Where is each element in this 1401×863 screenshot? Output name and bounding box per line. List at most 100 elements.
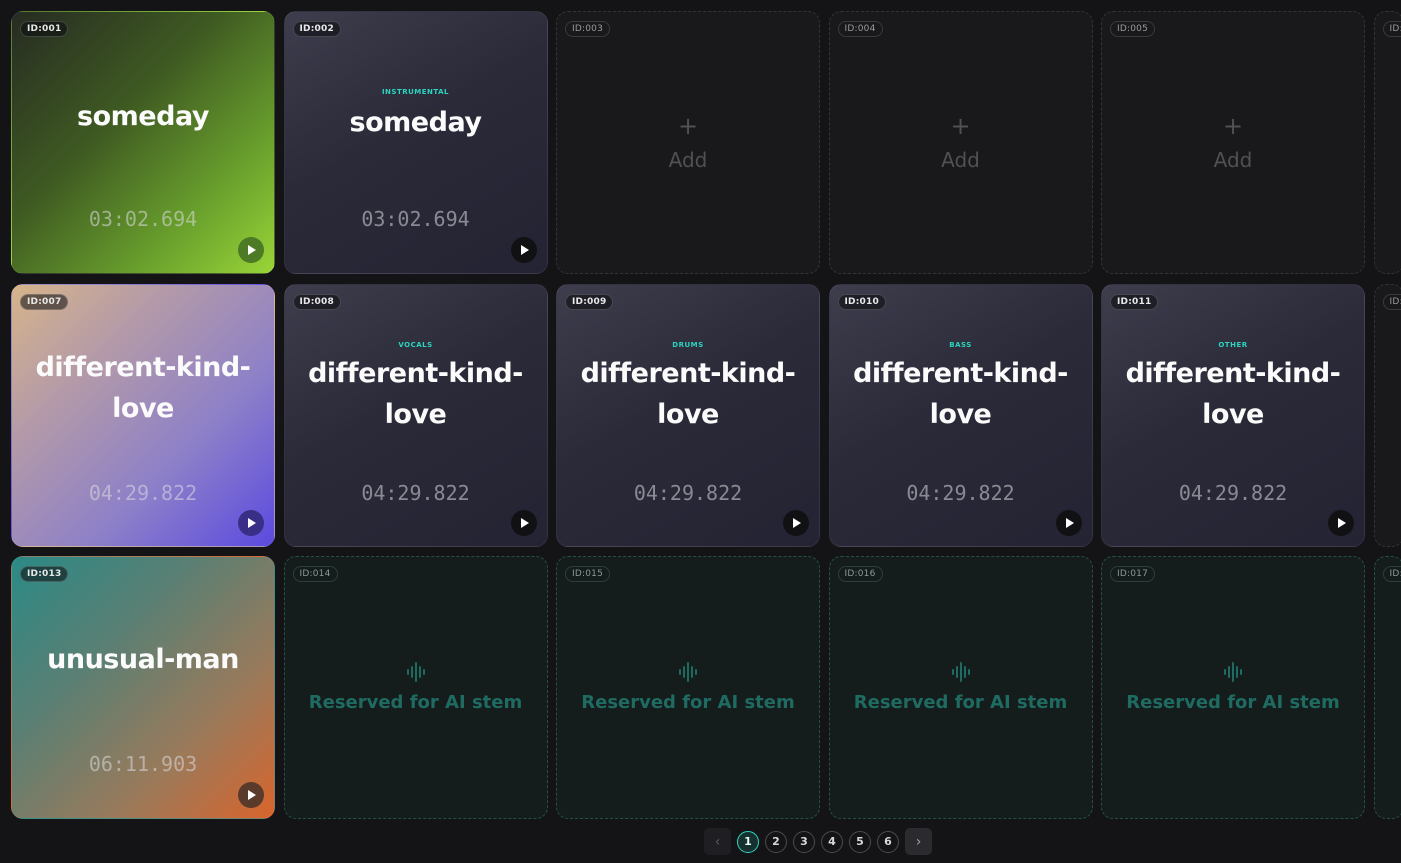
pagination: ‹ 1 2 3 4 5 6 › bbox=[704, 828, 932, 855]
pad-title-line: different-kind- bbox=[308, 357, 523, 389]
waveform-icon bbox=[1224, 662, 1242, 682]
page-button-4[interactable]: 4 bbox=[821, 830, 843, 853]
pad-id-badge: ID:005 bbox=[1110, 21, 1155, 37]
play-icon bbox=[248, 517, 256, 528]
stem-type-label: INSTRUMENTAL bbox=[381, 88, 450, 96]
page-button-5[interactable]: 5 bbox=[849, 830, 871, 853]
plus-icon: + bbox=[677, 112, 699, 140]
waveform-icon bbox=[679, 662, 697, 682]
play-button[interactable] bbox=[238, 237, 264, 263]
pad-title: different-kind- love bbox=[22, 347, 264, 429]
page-button-1[interactable]: 1 bbox=[737, 830, 759, 853]
pad-tile-partial[interactable]: ID: bbox=[1373, 11, 1401, 274]
pad-tile[interactable]: ID:013 unusual-man 06:11.903 bbox=[11, 556, 275, 819]
play-button[interactable] bbox=[510, 509, 537, 536]
next-page-button[interactable]: › bbox=[905, 828, 932, 855]
pad-title: different-kind- love bbox=[840, 353, 1082, 435]
stem-type-label: DRUMS bbox=[672, 340, 704, 349]
pad-title: different-kind- love bbox=[567, 353, 809, 435]
stem-type-label: VOCALS bbox=[398, 340, 433, 349]
pad-id-badge: ID:004 bbox=[837, 21, 883, 37]
play-icon bbox=[248, 790, 256, 800]
play-button[interactable] bbox=[510, 237, 537, 263]
pad-tile-partial[interactable]: ID: bbox=[1373, 283, 1401, 547]
reserved-label: Reserved for AI stem bbox=[1126, 692, 1340, 713]
pad-tile[interactable]: ID:007 different-kind- love 04:29.822 bbox=[11, 283, 275, 547]
pad-title-line: love bbox=[1202, 398, 1264, 430]
pad-title: someday bbox=[77, 101, 209, 132]
pad-id-badge: ID:017 bbox=[1110, 566, 1155, 582]
pad-duration: 04:29.822 bbox=[1178, 480, 1288, 505]
play-icon bbox=[1338, 517, 1346, 528]
pad-grid: ID:001 someday 03:02.694 ID:002 INSTRUME… bbox=[11, 11, 1401, 819]
pad-title-line: love bbox=[929, 398, 992, 430]
waveform-icon bbox=[951, 662, 970, 682]
reserved-label: Reserved for AI stem bbox=[853, 692, 1068, 713]
play-button[interactable] bbox=[1055, 509, 1082, 536]
pad-tile-empty[interactable]: ID:005 + Add bbox=[1101, 11, 1365, 274]
page-button-2[interactable]: 2 bbox=[765, 830, 787, 853]
pad-id-badge: ID:001 bbox=[20, 21, 69, 37]
pad-tile-reserved: ID:015 Reserved for AI stem bbox=[556, 556, 820, 819]
pad-title-line: different-kind- bbox=[1125, 357, 1341, 389]
pad-id-badge: ID:009 bbox=[565, 293, 614, 310]
pad-id-badge: ID:010 bbox=[837, 293, 886, 310]
add-label: Add bbox=[941, 148, 980, 172]
play-icon bbox=[793, 517, 801, 528]
stem-type-label: BASS bbox=[949, 340, 972, 349]
prev-page-button[interactable]: ‹ bbox=[704, 828, 731, 855]
pad-id-badge: ID: bbox=[1382, 293, 1401, 310]
pad-duration: 03:02.694 bbox=[361, 207, 470, 231]
pad-tile-reserved: ID:017 Reserved for AI stem bbox=[1101, 556, 1365, 819]
stem-type-label: OTHER bbox=[1218, 340, 1248, 349]
pad-tile-partial: ID: bbox=[1373, 556, 1401, 819]
play-button[interactable] bbox=[238, 509, 264, 536]
pad-duration: 04:29.822 bbox=[88, 480, 198, 505]
play-icon bbox=[1065, 517, 1074, 528]
pad-tile-reserved: ID:014 Reserved for AI stem bbox=[283, 556, 548, 819]
page-button-6[interactable]: 6 bbox=[877, 830, 899, 853]
play-icon bbox=[520, 245, 529, 255]
pad-duration: 04:29.822 bbox=[361, 480, 470, 505]
reserved-label: Reserved for AI stem bbox=[581, 692, 795, 713]
add-label: Add bbox=[1213, 148, 1253, 172]
pad-id-badge: ID: bbox=[1382, 21, 1401, 37]
pad-tile-empty[interactable]: ID:004 + Add bbox=[828, 11, 1093, 274]
pad-duration: 06:11.903 bbox=[88, 752, 198, 776]
pad-tile[interactable]: ID:010 BASS different-kind- love 04:29.8… bbox=[828, 283, 1093, 547]
pad-duration: 04:29.822 bbox=[906, 480, 1015, 505]
play-icon bbox=[248, 245, 256, 255]
plus-icon: + bbox=[950, 112, 971, 140]
page-button-3[interactable]: 3 bbox=[793, 830, 815, 853]
pad-id-badge: ID:003 bbox=[565, 21, 610, 37]
plus-icon: + bbox=[1222, 112, 1244, 140]
play-icon bbox=[520, 517, 529, 528]
pad-tile-empty[interactable]: ID:003 + Add bbox=[556, 11, 820, 274]
play-button[interactable] bbox=[238, 782, 264, 808]
pad-id-badge: ID:007 bbox=[20, 293, 69, 310]
pad-id-badge: ID:008 bbox=[292, 293, 341, 310]
pad-tile[interactable]: ID:002 INSTRUMENTAL someday 03:02.694 bbox=[283, 11, 548, 274]
waveform-icon bbox=[406, 662, 425, 682]
pad-title-line: different-kind- bbox=[853, 357, 1068, 389]
play-button[interactable] bbox=[1328, 509, 1354, 536]
pad-duration: 04:29.822 bbox=[633, 480, 743, 505]
pad-id-badge: ID:011 bbox=[1110, 293, 1159, 310]
add-label: Add bbox=[668, 148, 708, 172]
pad-tile[interactable]: ID:011 OTHER different-kind- love 04:29.… bbox=[1101, 283, 1365, 547]
pad-id-badge: ID: bbox=[1382, 566, 1401, 582]
pad-id-badge: ID:014 bbox=[292, 566, 338, 582]
pad-title-line: love bbox=[657, 398, 719, 430]
pad-title-line: love bbox=[384, 398, 447, 430]
play-button[interactable] bbox=[783, 509, 809, 536]
pad-tile[interactable]: ID:009 DRUMS different-kind- love 04:29.… bbox=[556, 283, 820, 547]
pad-title: different-kind- love bbox=[1112, 353, 1354, 435]
pad-title: unusual-man bbox=[47, 644, 239, 675]
pad-tile-reserved: ID:016 Reserved for AI stem bbox=[828, 556, 1093, 819]
pad-title-line: different-kind- bbox=[35, 351, 251, 383]
pad-tile[interactable]: ID:008 VOCALS different-kind- love 04:29… bbox=[283, 283, 548, 547]
pad-title-line: different-kind- bbox=[580, 357, 796, 389]
pad-tile[interactable]: ID:001 someday 03:02.694 bbox=[11, 11, 275, 274]
reserved-label: Reserved for AI stem bbox=[308, 692, 523, 713]
pad-title-line: love bbox=[112, 392, 174, 424]
